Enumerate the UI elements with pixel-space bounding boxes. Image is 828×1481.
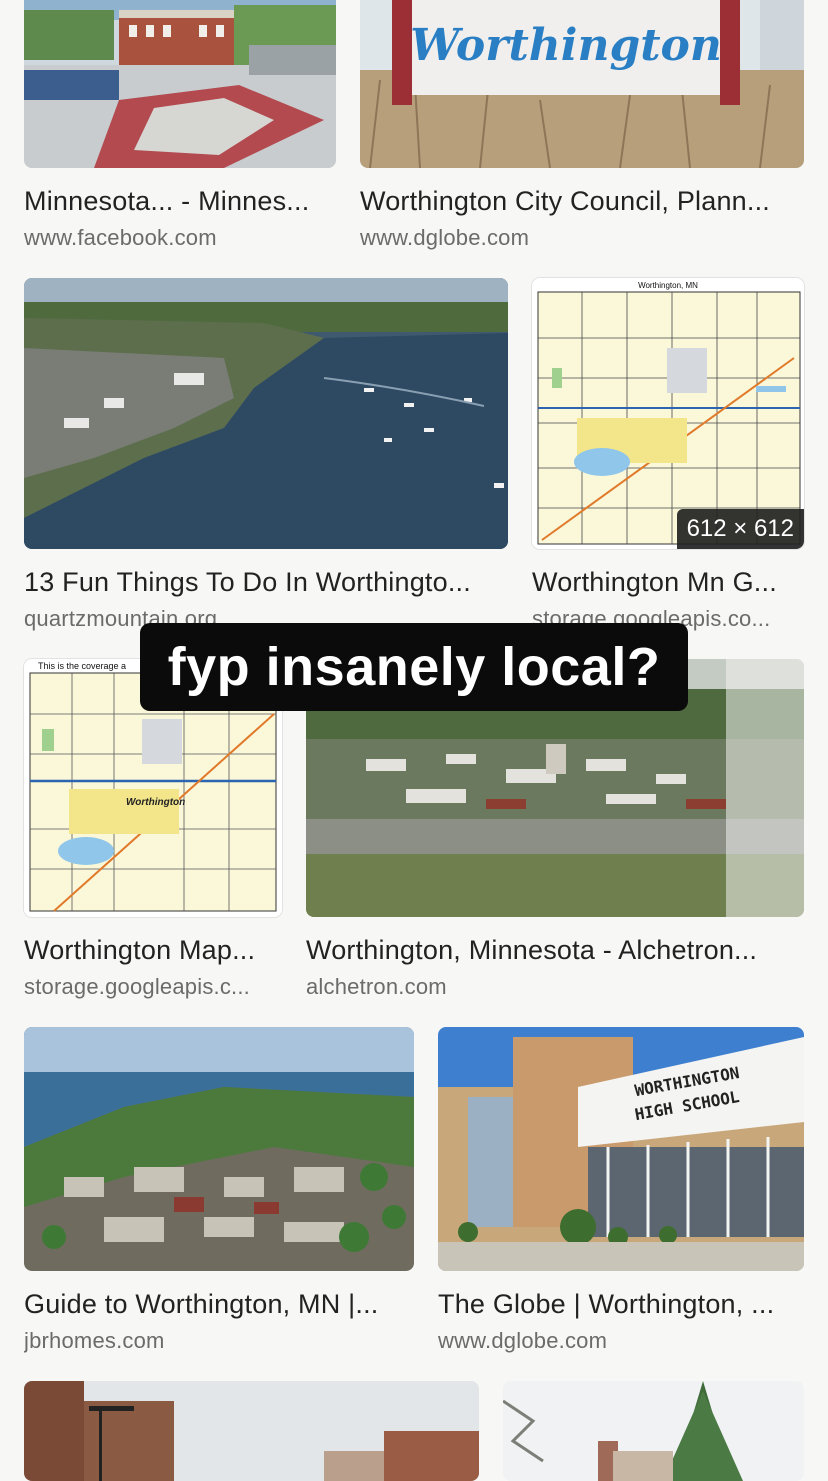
result-title[interactable]: Worthington City Council, Plann... bbox=[360, 186, 804, 217]
result-thumbnail[interactable]: Worthington bbox=[360, 0, 804, 168]
result-title[interactable]: 13 Fun Things To Do In Worthingto... bbox=[24, 567, 508, 598]
result-thumbnail[interactable]: Worthington, MN 612 × 612 bbox=[532, 278, 804, 549]
result-title[interactable]: Guide to Worthington, MN |... bbox=[24, 1289, 414, 1320]
result-title[interactable]: Worthington Map... bbox=[24, 935, 282, 966]
result-title[interactable]: Minnesota... - Minnes... bbox=[24, 186, 336, 217]
result-thumbnail[interactable] bbox=[24, 1027, 414, 1271]
result-thumbnail[interactable] bbox=[24, 1381, 479, 1481]
result-source: alchetron.com bbox=[306, 974, 447, 999]
sign-text: Worthington bbox=[410, 20, 722, 71]
result-thumbnail[interactable] bbox=[503, 1381, 804, 1481]
image-dimensions-badge: 612 × 612 bbox=[676, 509, 804, 549]
map-header: This is the coverage a bbox=[38, 661, 126, 671]
result-title[interactable]: The Globe | Worthington, ... bbox=[438, 1289, 804, 1320]
result-source: www.dglobe.com bbox=[438, 1328, 608, 1353]
map-town-label: Worthington bbox=[126, 797, 185, 808]
result-title[interactable]: Worthington Mn G... bbox=[532, 567, 804, 598]
lake-aerial-photo bbox=[24, 278, 508, 549]
result-source: jbrhomes.com bbox=[24, 1328, 165, 1353]
result-source: storage.googleapis.c... bbox=[24, 974, 250, 999]
result-thumbnail[interactable]: WORTHINGTON HIGH SCHOOL bbox=[438, 1027, 804, 1271]
high-school-photo: WORTHINGTON HIGH SCHOOL bbox=[438, 1027, 804, 1271]
result-source: www.dglobe.com bbox=[360, 225, 530, 250]
city-hall-photo bbox=[24, 0, 336, 168]
town-aerial-photo bbox=[24, 1027, 414, 1271]
result-title[interactable]: Worthington, Minnesota - Alchetron... bbox=[306, 935, 804, 966]
result-source: www.facebook.com bbox=[24, 225, 217, 250]
result-thumbnail[interactable] bbox=[24, 0, 336, 168]
city-sign-photo: Worthington bbox=[360, 0, 804, 168]
video-caption-overlay: fyp insanely local? bbox=[140, 623, 688, 711]
result-thumbnail[interactable] bbox=[24, 278, 508, 549]
map-title: Worthington, MN bbox=[638, 281, 698, 290]
downtown-street-photo bbox=[24, 1381, 479, 1481]
courthouse-photo bbox=[503, 1381, 804, 1481]
